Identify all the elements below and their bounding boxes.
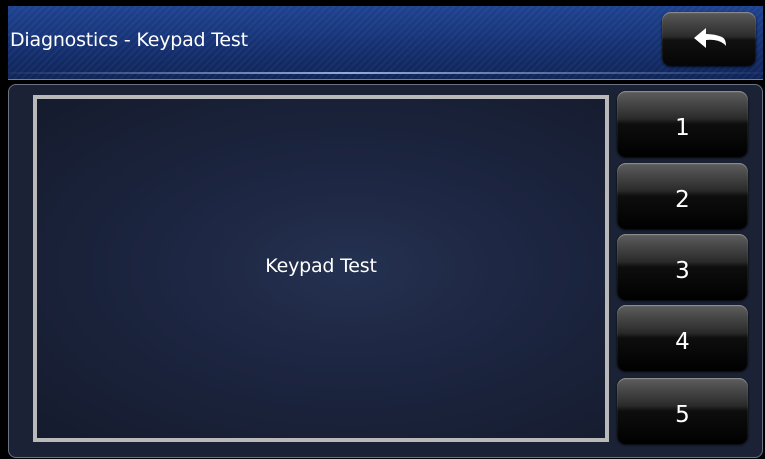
key-2-label: 2 <box>675 186 690 213</box>
keypad-buttons: 1 2 3 4 5 <box>617 91 748 447</box>
keypad-test-display: Keypad Test <box>33 95 609 442</box>
key-5-label: 5 <box>675 401 690 428</box>
display-text: Keypad Test <box>265 255 377 277</box>
key-4-label: 4 <box>675 328 690 355</box>
key-3-button[interactable]: 3 <box>617 234 748 300</box>
keypad-test-screen: Diagnostics - Keypad Test Keypad Test 1 … <box>0 0 765 459</box>
key-5-button[interactable]: 5 <box>617 378 748 444</box>
key-3-label: 3 <box>675 257 690 284</box>
header-highlight-line <box>8 72 763 74</box>
back-button[interactable] <box>662 12 756 66</box>
page-title: Diagnostics - Keypad Test <box>10 29 248 51</box>
key-2-button[interactable]: 2 <box>617 163 748 229</box>
back-arrow-icon <box>694 28 726 48</box>
key-1-label: 1 <box>675 114 690 141</box>
key-4-button[interactable]: 4 <box>617 305 748 371</box>
key-1-button[interactable]: 1 <box>617 91 748 157</box>
